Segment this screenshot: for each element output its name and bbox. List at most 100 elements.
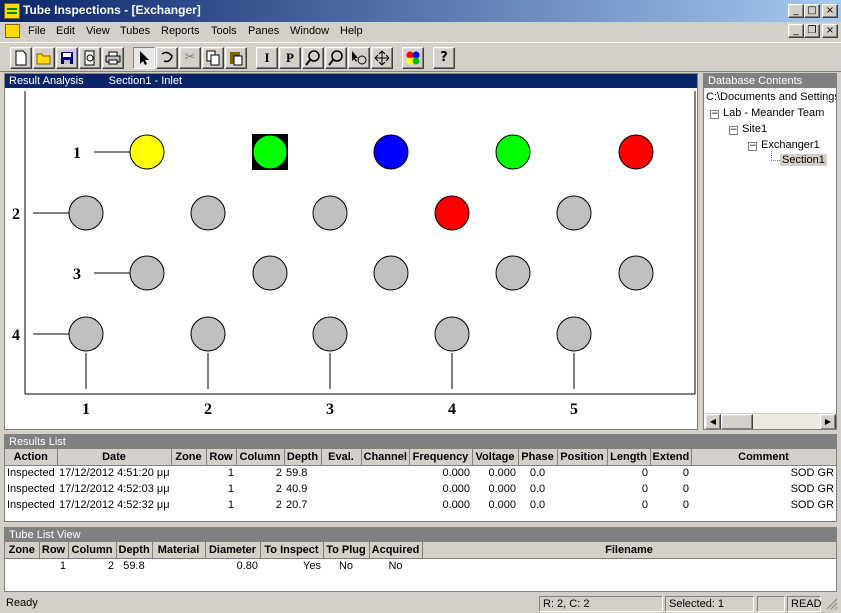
help-icon[interactable]: ? <box>433 47 455 69</box>
column-header[interactable]: Phase <box>518 449 558 466</box>
menu-reports[interactable]: Reports <box>161 25 200 37</box>
column-header[interactable]: Eval. <box>321 449 362 466</box>
column-header[interactable]: To Plug <box>323 542 370 559</box>
tube-circle[interactable] <box>618 134 654 170</box>
zoom-out-icon[interactable] <box>325 47 347 69</box>
tube-circle[interactable] <box>373 255 409 291</box>
inspect-icon[interactable]: I <box>256 47 278 69</box>
tube-circle[interactable] <box>556 316 592 352</box>
column-header[interactable]: Diameter <box>205 542 261 559</box>
close-button[interactable]: × <box>822 4 838 18</box>
menu-tubes[interactable]: Tubes <box>120 25 150 37</box>
doc-close-button[interactable]: × <box>822 24 838 38</box>
column-header[interactable]: Row <box>206 449 237 466</box>
menu-panes[interactable]: Panes <box>248 25 279 37</box>
scroll-left-button[interactable]: ◀ <box>705 414 721 429</box>
menu-window[interactable]: Window <box>290 25 329 37</box>
column-header[interactable]: Filename <box>422 542 836 559</box>
tube-circle[interactable] <box>129 134 165 170</box>
menu-help[interactable]: Help <box>340 25 363 37</box>
column-header[interactable]: Comment <box>691 449 836 466</box>
open-icon[interactable] <box>33 47 55 69</box>
minimize-button[interactable]: _ <box>788 4 804 18</box>
tube-circle[interactable] <box>373 134 409 170</box>
paste-icon[interactable] <box>225 47 247 69</box>
document-icon[interactable] <box>5 24 20 38</box>
column-header[interactable]: Row <box>39 542 69 559</box>
copy-icon[interactable] <box>202 47 224 69</box>
resize-grip-icon[interactable] <box>826 598 838 610</box>
column-header[interactable]: Zone <box>171 449 207 466</box>
tree-item-exchanger[interactable]: Exchanger1 <box>761 139 820 151</box>
menu-file[interactable]: File <box>28 25 46 37</box>
column-header[interactable]: Material <box>152 542 206 559</box>
tube-sheet-drawing[interactable]: 1 2 3 4 1 2 3 4 5 <box>5 89 697 429</box>
column-header[interactable]: Zone <box>5 542 40 559</box>
title-bar: Tube Inspections - [Exchanger] _ □ × <box>0 0 841 22</box>
column-header[interactable]: Length <box>607 449 651 466</box>
tube-circle[interactable] <box>252 134 288 170</box>
zoom-in-icon[interactable] <box>302 47 324 69</box>
column-header[interactable]: Acquired <box>369 542 423 559</box>
tree-item-site[interactable]: Site1 <box>742 123 767 135</box>
menu-edit[interactable]: Edit <box>56 25 75 37</box>
column-header[interactable]: Extend <box>650 449 692 466</box>
doc-restore-button[interactable]: ❐ <box>804 24 820 38</box>
tube-circle[interactable] <box>618 255 654 291</box>
colors-icon[interactable] <box>402 47 424 69</box>
save-icon[interactable] <box>56 47 78 69</box>
tube-circle[interactable] <box>312 316 348 352</box>
tube-circle[interactable] <box>434 316 470 352</box>
tube-circle[interactable] <box>190 195 226 231</box>
menu-view[interactable]: View <box>86 25 110 37</box>
tube-circle[interactable] <box>434 195 470 231</box>
tree-item-lab[interactable]: Lab - Meander Team <box>723 107 824 119</box>
menu-tools[interactable]: Tools <box>211 25 237 37</box>
tree-root[interactable]: C:\Documents and Settings <box>706 91 836 103</box>
tube-circle[interactable] <box>252 255 288 291</box>
tree-collapse-toggle[interactable]: − <box>748 142 757 151</box>
print-icon[interactable] <box>102 47 124 69</box>
horizontal-scrollbar[interactable]: ◀ ▶ <box>705 413 836 429</box>
scroll-right-button[interactable]: ▶ <box>820 414 836 429</box>
new-icon[interactable] <box>10 47 32 69</box>
tube-circle[interactable] <box>129 255 165 291</box>
column-header[interactable]: Depth <box>116 542 153 559</box>
column-header[interactable]: Column <box>68 542 117 559</box>
column-header[interactable]: Voltage <box>472 449 519 466</box>
table-row[interactable]: Inspected 17/12/2012 4:51:20 μμ 1 2 59.8 0.00… <box>5 465 836 481</box>
column-header[interactable]: Date <box>57 449 172 466</box>
column-header[interactable]: To Inspect <box>260 542 324 559</box>
print-preview-icon[interactable] <box>79 47 101 69</box>
lasso-icon[interactable] <box>156 47 178 69</box>
maximize-button[interactable]: □ <box>804 4 820 18</box>
pointer-icon[interactable] <box>133 47 155 69</box>
select-zoom-icon[interactable] <box>348 47 370 69</box>
tube-circle[interactable] <box>312 195 348 231</box>
table-row[interactable]: Inspected 17/12/2012 4:52:32 μμ 1 2 20.7 0.00… <box>5 497 836 513</box>
column-header[interactable]: Action <box>5 449 58 466</box>
tube-circle[interactable] <box>68 316 104 352</box>
tube-circle[interactable] <box>556 195 592 231</box>
tree-item-section[interactable]: Section1 <box>780 154 827 166</box>
column-header[interactable]: Column <box>236 449 285 466</box>
tree-collapse-toggle[interactable]: − <box>729 126 738 135</box>
tube-circle[interactable] <box>495 255 531 291</box>
scroll-thumb[interactable] <box>721 414 753 429</box>
column-header[interactable]: Depth <box>284 449 322 466</box>
column-header[interactable]: Position <box>557 449 608 466</box>
column-header[interactable]: Channel <box>361 449 410 466</box>
tube-circle[interactable] <box>495 134 531 170</box>
toolbar: ✂ I P ? <box>0 42 841 72</box>
cut-icon[interactable]: ✂ <box>179 47 201 69</box>
tree-collapse-toggle[interactable]: − <box>710 110 719 119</box>
table-row[interactable]: Inspected 17/12/2012 4:52:03 μμ 1 2 40.9 0.00… <box>5 481 836 497</box>
tube-circle[interactable] <box>68 195 104 231</box>
table-row[interactable]: 1 2 59.8 0.80 Yes No No <box>5 558 836 574</box>
tube-sheet-svg[interactable]: 1 2 3 4 1 2 3 4 5 <box>5 89 697 429</box>
column-header[interactable]: Frequency <box>409 449 473 466</box>
doc-minimize-button[interactable]: _ <box>788 24 804 38</box>
pan-icon[interactable] <box>371 47 393 69</box>
tube-circle[interactable] <box>190 316 226 352</box>
plug-icon[interactable]: P <box>279 47 301 69</box>
